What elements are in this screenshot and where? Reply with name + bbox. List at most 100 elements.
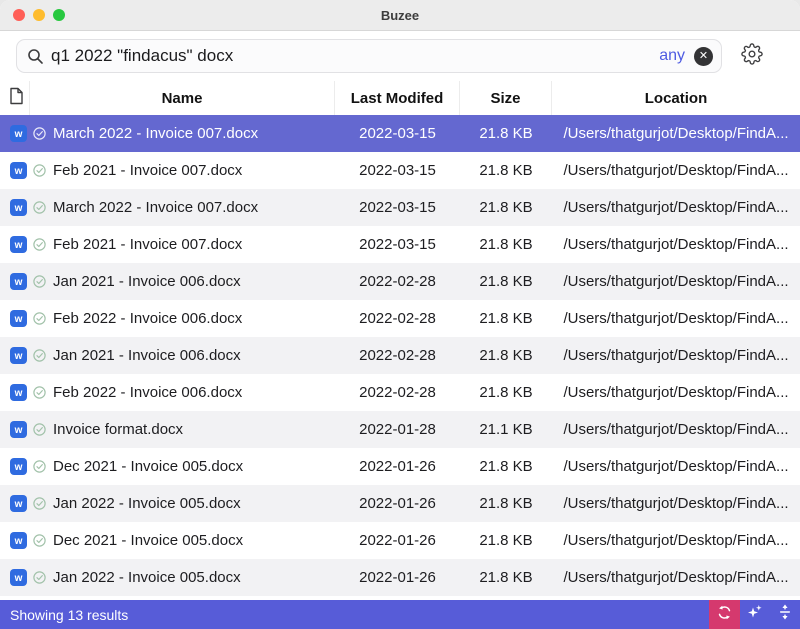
table-row[interactable]: w Jan 2021 - Invoice 006.docx 2022-02-28… [0,263,800,300]
last-modified-value: 2022-03-15 [335,162,460,179]
file-location-value: /Users/thatgurjot/Desktop/FindA... [552,384,800,401]
last-modified-value: 2022-01-26 [335,569,460,586]
table-row[interactable]: w Invoice format.docx 2022-01-28 21.1 KB… [0,411,800,448]
check-circle-icon [33,312,46,325]
file-location-value: /Users/thatgurjot/Desktop/FindA... [552,273,800,290]
filetype-cell: w [0,458,30,475]
search-query-text[interactable]: q1 2022 "findacus" docx [51,46,659,66]
status-bar: Showing 13 results [0,600,800,629]
name-cell: Jan 2021 - Invoice 006.docx [30,347,335,364]
file-size-value: 21.8 KB [460,384,552,401]
word-docx-icon: w [10,532,27,549]
file-name: March 2022 - Invoice 007.docx [53,125,258,142]
expand-vertical-button[interactable] [770,600,800,629]
table-row[interactable]: w Jan 2021 - Invoice 006.docx 2022-02-28… [0,337,800,374]
refresh-button[interactable] [709,600,740,629]
word-docx-icon: w [10,569,27,586]
header-last-modified[interactable]: Last Modifed [335,81,460,115]
name-cell: March 2022 - Invoice 007.docx [30,199,335,216]
search-scope-badge[interactable]: any [659,47,685,65]
minimize-window-button[interactable] [33,9,45,21]
table-row[interactable]: w Jan 2022 - Invoice 005.docx 2022-01-26… [0,559,800,596]
file-name: Jan 2021 - Invoice 006.docx [53,273,241,290]
clear-search-button[interactable]: ✕ [694,47,713,66]
file-size-value: 21.8 KB [460,458,552,475]
file-name: Feb 2022 - Invoice 006.docx [53,310,242,327]
word-docx-icon: w [10,421,27,438]
last-modified-value: 2022-02-28 [335,310,460,327]
x-icon: ✕ [699,51,708,62]
filetype-cell: w [0,236,30,253]
table-row[interactable]: w Dec 2021 - Invoice 005.docx 2022-01-26… [0,522,800,559]
close-window-button[interactable] [13,9,25,21]
table-row[interactable]: w Feb 2022 - Invoice 006.docx 2022-02-28… [0,300,800,337]
file-location-value: /Users/thatgurjot/Desktop/FindA... [552,347,800,364]
file-location-value: /Users/thatgurjot/Desktop/FindA... [552,199,800,216]
file-size-value: 21.8 KB [460,347,552,364]
word-docx-icon: w [10,162,27,179]
check-circle-icon [33,164,46,177]
search-bar: q1 2022 "findacus" docx any ✕ [0,31,800,81]
last-modified-value: 2022-01-28 [335,421,460,438]
table-row[interactable]: w Feb 2021 - Invoice 007.docx 2022-03-15… [0,152,800,189]
settings-button[interactable] [738,42,766,70]
magnifier-icon [27,48,44,65]
check-circle-icon [33,349,46,362]
file-location-value: /Users/thatgurjot/Desktop/FindA... [552,569,800,586]
file-location-value: /Users/thatgurjot/Desktop/FindA... [552,310,800,327]
file-name: March 2022 - Invoice 007.docx [53,199,258,216]
last-modified-value: 2022-01-26 [335,532,460,549]
check-circle-icon [33,460,46,473]
name-cell: Dec 2021 - Invoice 005.docx [30,532,335,549]
file-size-value: 21.8 KB [460,532,552,549]
file-size-value: 21.8 KB [460,273,552,290]
ai-sparkles-button[interactable] [740,600,770,629]
header-size[interactable]: Size [460,81,552,115]
filetype-cell: w [0,162,30,179]
last-modified-value: 2022-03-15 [335,125,460,142]
app-window: Buzee q1 2022 "findacus" docx any ✕ [0,0,800,629]
file-location-value: /Users/thatgurjot/Desktop/FindA... [552,421,800,438]
file-name: Jan 2022 - Invoice 005.docx [53,495,241,512]
name-cell: Feb 2021 - Invoice 007.docx [30,236,335,253]
table-row[interactable]: w Feb 2021 - Invoice 007.docx 2022-03-15… [0,226,800,263]
window-title: Buzee [0,8,800,23]
results-list: w March 2022 - Invoice 007.docx 2022-03-… [0,115,800,596]
word-docx-icon: w [10,495,27,512]
filetype-cell: w [0,273,30,290]
name-cell: Feb 2022 - Invoice 006.docx [30,310,335,327]
table-row[interactable]: w Feb 2022 - Invoice 006.docx 2022-02-28… [0,374,800,411]
zoom-window-button[interactable] [53,9,65,21]
word-docx-icon: w [10,125,27,142]
check-circle-icon [33,201,46,214]
traffic-lights [13,9,65,21]
table-row[interactable]: w Dec 2021 - Invoice 005.docx 2022-01-26… [0,448,800,485]
last-modified-value: 2022-02-28 [335,384,460,401]
name-cell: Dec 2021 - Invoice 005.docx [30,458,335,475]
last-modified-value: 2022-01-26 [335,495,460,512]
sparkles-icon [747,604,763,625]
header-location[interactable]: Location [552,81,800,115]
word-docx-icon: w [10,384,27,401]
table-row[interactable]: w March 2022 - Invoice 007.docx 2022-03-… [0,115,800,152]
check-circle-icon [33,386,46,399]
table-row[interactable]: w March 2022 - Invoice 007.docx 2022-03-… [0,189,800,226]
file-name: Jan 2021 - Invoice 006.docx [53,347,241,364]
results-count-text: Showing 13 results [0,607,128,623]
header-name[interactable]: Name [30,81,335,115]
header-filetype-column[interactable] [0,81,30,115]
titlebar: Buzee [0,0,800,31]
search-input[interactable]: q1 2022 "findacus" docx any ✕ [16,39,722,73]
file-size-value: 21.8 KB [460,310,552,327]
table-row[interactable]: w Jan 2022 - Invoice 005.docx 2022-01-26… [0,485,800,522]
file-location-value: /Users/thatgurjot/Desktop/FindA... [552,236,800,253]
filetype-cell: w [0,347,30,364]
file-size-value: 21.8 KB [460,569,552,586]
check-circle-icon [33,127,46,140]
file-location-value: /Users/thatgurjot/Desktop/FindA... [552,125,800,142]
check-circle-icon [33,571,46,584]
filetype-cell: w [0,569,30,586]
file-name: Feb 2021 - Invoice 007.docx [53,162,242,179]
check-circle-icon [33,534,46,547]
file-name: Jan 2022 - Invoice 005.docx [53,569,241,586]
